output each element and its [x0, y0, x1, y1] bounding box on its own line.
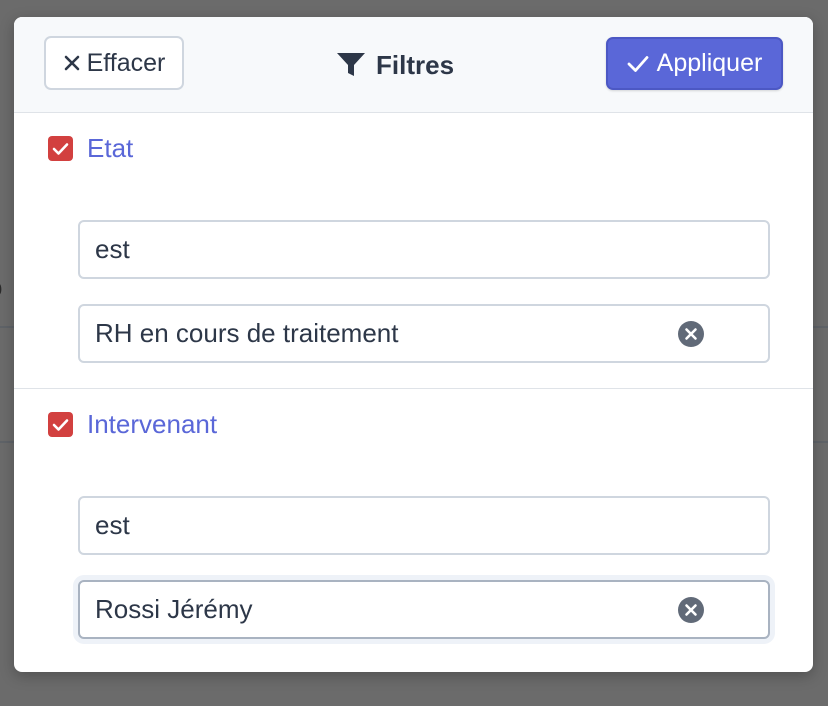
filter-header: Etat — [48, 133, 133, 164]
operator-select[interactable]: est — [78, 496, 770, 555]
close-icon — [64, 55, 79, 71]
operator-select[interactable]: est — [78, 220, 770, 279]
apply-button[interactable]: Appliquer — [606, 37, 783, 90]
filter-label[interactable]: Etat — [87, 133, 133, 164]
filter-section-etat: Etat est RH en cours de traitement — [14, 113, 813, 389]
filter-section-intervenant: Intervenant est Rossi Jérémy — [14, 389, 813, 672]
value-select[interactable]: Rossi Jérémy — [78, 580, 770, 639]
filters-popover: Effacer Filtres Appliquer Etat est RH en… — [14, 17, 813, 672]
filter-checkbox[interactable] — [48, 412, 73, 437]
filter-header: Intervenant — [48, 409, 217, 440]
clear-button[interactable]: Effacer — [44, 36, 184, 90]
filter-icon — [337, 53, 365, 76]
clear-circle-icon[interactable] — [677, 320, 705, 348]
background-text-left: o — [0, 272, 2, 303]
filter-checkbox[interactable] — [48, 136, 73, 161]
value-text: RH en cours de traitement — [95, 318, 399, 348]
checkmark-icon — [52, 418, 69, 431]
title-text: Filtres — [376, 49, 455, 80]
checkmark-icon — [52, 142, 69, 155]
value-select[interactable]: RH en cours de traitement — [78, 304, 770, 363]
check-icon — [627, 55, 649, 72]
popover-header: Effacer Filtres Appliquer — [14, 17, 813, 113]
clear-circle-icon[interactable] — [677, 596, 705, 624]
popover-title: Filtres — [336, 47, 454, 83]
operator-value: est — [95, 510, 130, 540]
operator-value: est — [95, 234, 130, 264]
apply-button-label: Appliquer — [656, 49, 763, 77]
value-text: Rossi Jérémy — [95, 594, 253, 624]
clear-button-label: Effacer — [86, 48, 166, 77]
filter-label[interactable]: Intervenant — [87, 409, 217, 440]
